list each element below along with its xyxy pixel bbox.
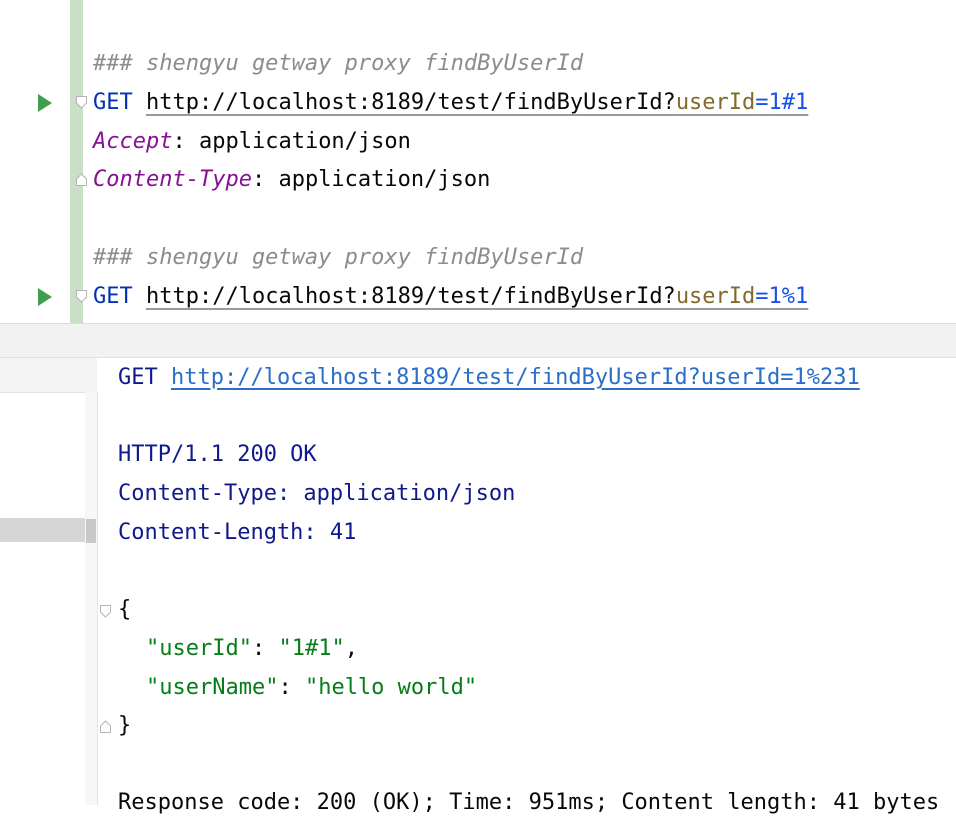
request-url: http://localhost:8189/test/findByUserId? xyxy=(146,284,676,309)
response-request-line: GET http://localhost:8189/test/findByUse… xyxy=(118,359,860,397)
http-request-editor[interactable]: 04 05 ### shengyu getway proxy findByUse… xyxy=(0,0,956,324)
header-separator: : xyxy=(172,129,199,154)
query-param-name: userId xyxy=(675,284,756,309)
json-value: "hello world" xyxy=(304,675,478,700)
header-separator: : xyxy=(251,167,279,192)
query-param-value: 1%1 xyxy=(768,284,809,309)
content-type-header: Content-Type: application/json xyxy=(118,481,516,506)
editor-line: 05 ### shengyu getway proxy findByUserId xyxy=(0,45,956,83)
editor-line: 07 Accept: application/json xyxy=(0,123,956,161)
editor-line: 06 GET http://localhost:8189/test/findBy… xyxy=(0,84,956,122)
json-key: "userName" xyxy=(146,675,279,700)
response-method: GET xyxy=(118,365,158,390)
request-comment: ### shengyu getway proxy findByUserId xyxy=(93,245,584,270)
editor-line: 10 ### shengyu getway proxy findByUserId xyxy=(0,239,956,277)
header-name: Accept xyxy=(93,129,173,154)
json-key: "userId" xyxy=(146,636,252,661)
status-line: HTTP/1.1 200 OK xyxy=(118,442,317,467)
query-param-eq: = xyxy=(755,90,769,115)
content-length-header: Content-Length: 41 xyxy=(118,520,357,545)
run-history-pane xyxy=(0,358,97,805)
http-method: GET xyxy=(93,90,133,115)
fold-icon[interactable] xyxy=(76,290,87,303)
json-value: "1#1" xyxy=(278,636,345,661)
json-close-brace: } xyxy=(118,713,132,738)
header-value: application/json xyxy=(198,129,411,154)
query-param-name: userId xyxy=(675,90,756,115)
response-panel: GET http://localhost:8189/test/findByUse… xyxy=(0,324,956,815)
request-line[interactable]: GET http://localhost:8189/test/findByUse… xyxy=(93,84,808,122)
json-line: "userId": "1#1", xyxy=(146,636,358,661)
selected-history-item[interactable] xyxy=(0,518,97,542)
editor-line: 08 Content-Type: application/json xyxy=(0,161,956,199)
editor-line: 09 xyxy=(0,200,956,238)
request-comment: ### shengyu getway proxy findByUserId xyxy=(93,51,584,76)
run-request-icon[interactable] xyxy=(38,288,52,306)
fold-end-icon[interactable] xyxy=(76,173,87,186)
editor-line: 04 xyxy=(0,6,956,44)
scrollbar[interactable] xyxy=(85,392,98,805)
editor-line: 11 GET http://localhost:8189/test/findBy… xyxy=(0,278,956,316)
request-header: Accept: application/json xyxy=(93,123,411,161)
scrollbar-thumb[interactable] xyxy=(86,519,96,543)
fold-icon[interactable] xyxy=(76,96,87,109)
json-fold-end-icon[interactable] xyxy=(100,720,111,733)
run-history-header xyxy=(0,358,97,393)
query-param-value: 1#1 xyxy=(768,90,809,115)
response-url-link[interactable]: http://localhost:8189/test/findByUserId?… xyxy=(171,365,860,390)
request-header: Content-Type: application/json xyxy=(93,161,490,199)
json-fold-icon[interactable] xyxy=(100,605,111,618)
response-footer: Response code: 200 (OK); Time: 951ms; Co… xyxy=(118,790,940,815)
json-open-brace: { xyxy=(118,597,132,622)
http-method: GET xyxy=(93,284,133,309)
run-request-icon[interactable] xyxy=(38,94,52,112)
request-line[interactable]: GET http://localhost:8189/test/findByUse… xyxy=(93,278,808,316)
query-param-eq: = xyxy=(755,284,769,309)
request-url: http://localhost:8189/test/findByUserId? xyxy=(146,90,676,115)
json-line: "userName": "hello world" xyxy=(146,675,478,700)
header-name: Content-Type xyxy=(93,167,252,192)
header-value: application/json xyxy=(278,167,491,192)
response-toolbar xyxy=(0,324,956,358)
